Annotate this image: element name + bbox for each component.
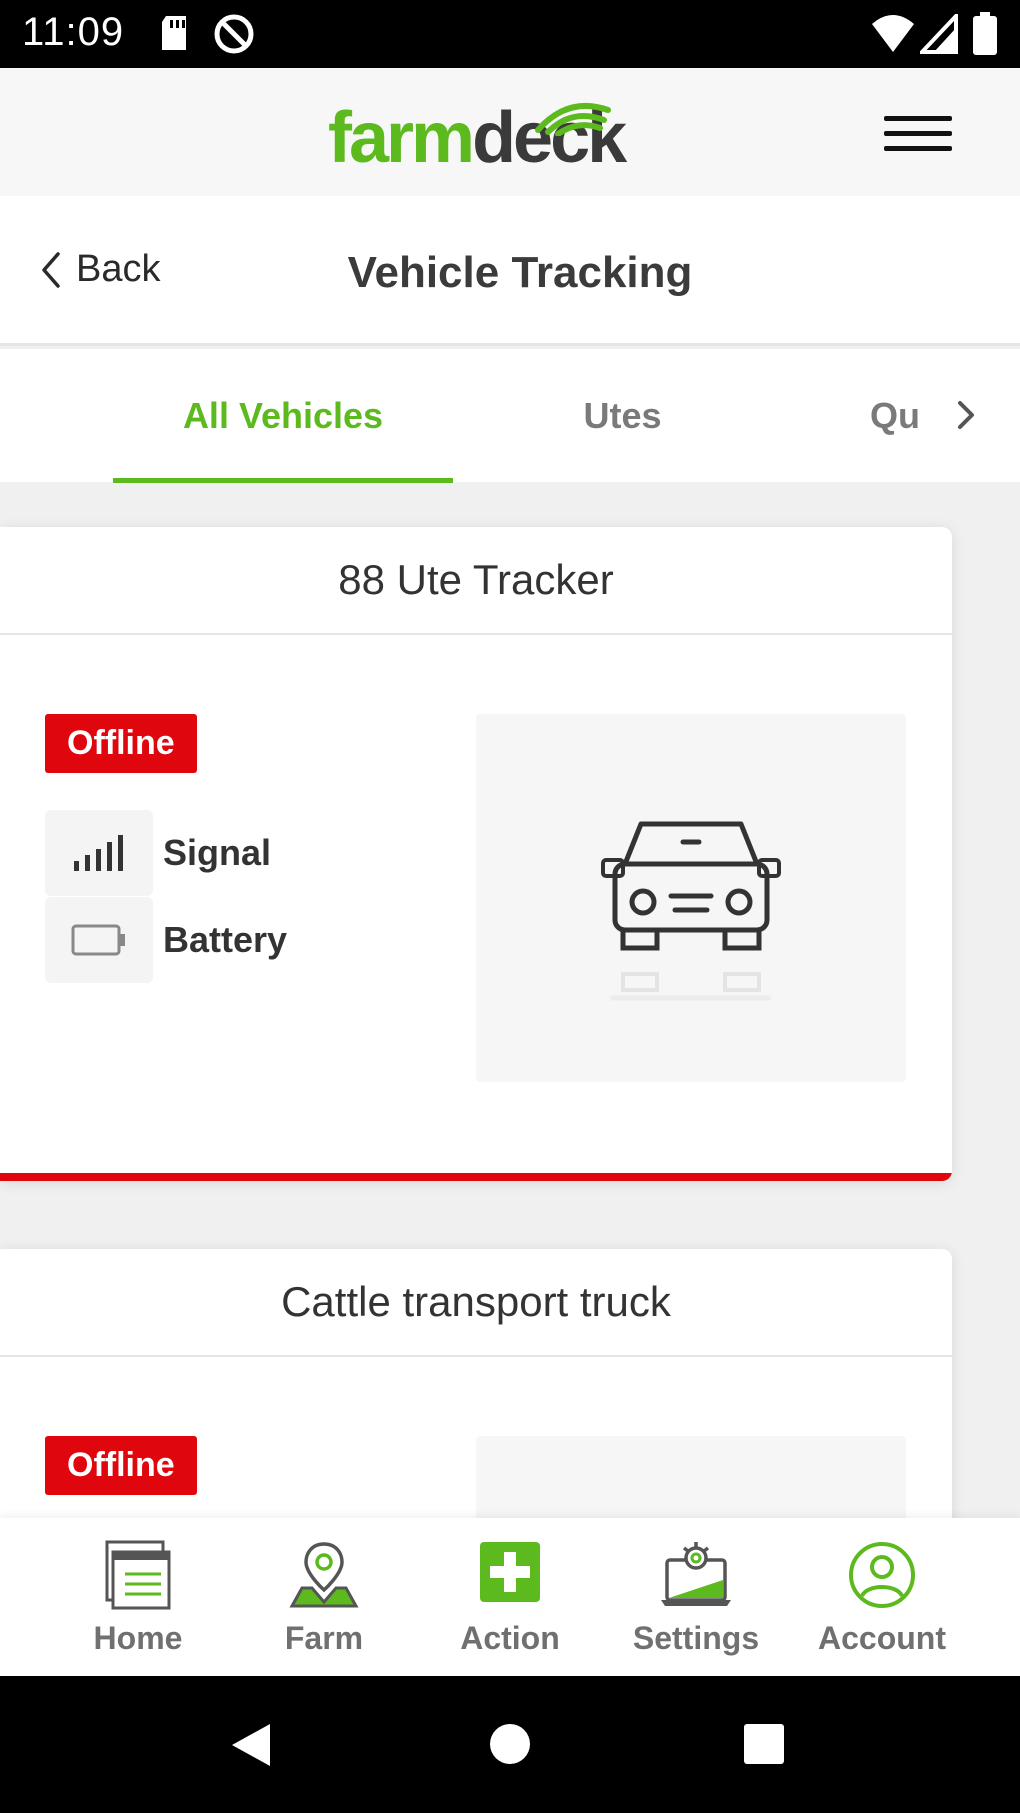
cell-signal-icon (920, 14, 958, 54)
status-time: 11:09 (22, 10, 125, 54)
logo-signal-arcs-icon (535, 102, 611, 136)
system-navigation-bar (0, 1676, 1020, 1813)
offline-status-bar (0, 1173, 952, 1181)
back-label: Back (76, 248, 161, 290)
hamburger-line (884, 131, 952, 136)
vehicle-card[interactable]: Cattle transport truck Offline (0, 1249, 952, 1518)
nav-action-label: Action (460, 1620, 560, 1656)
signal-bars-icon (74, 835, 123, 871)
menu-button[interactable] (884, 116, 954, 156)
battery-empty-icon (71, 924, 125, 956)
farmdeck-logo[interactable]: farmdeck (328, 86, 628, 176)
tab-utes[interactable]: Utes (500, 349, 745, 482)
nav-home-label: Home (93, 1620, 183, 1656)
signal-indicator: Signal (45, 810, 271, 896)
plus-icon (480, 1542, 540, 1602)
back-button[interactable]: Back (40, 248, 160, 291)
settings-laptop-icon (661, 1542, 731, 1606)
vehicle-name: Cattle transport truck (0, 1249, 952, 1357)
account-icon (849, 1542, 915, 1608)
vehicle-list: 88 Ute Tracker Offline Signal Battery Ca… (0, 482, 1020, 1518)
vehicle-image (476, 1436, 906, 1518)
status-bar: 11:09 (0, 0, 1020, 68)
battery-full-icon (973, 12, 997, 55)
wifi-icon (872, 15, 914, 52)
page-header: Vehicle Tracking Back (0, 196, 1020, 346)
status-badge: Offline (45, 1436, 197, 1495)
app-screen: 11:09 farmdeck Vehicle Tracking Back All… (0, 0, 1020, 1813)
back-triangle-icon[interactable] (226, 1720, 276, 1770)
nav-action[interactable]: Action (417, 1518, 603, 1676)
bottom-navigation: Home Farm Action Settings Account (0, 1518, 1020, 1676)
hamburger-line (884, 116, 952, 121)
nav-farm-label: Farm (284, 1620, 364, 1656)
sd-card-icon (162, 16, 186, 50)
tab-qu[interactable]: Qu (850, 349, 925, 482)
status-badge: Offline (45, 714, 197, 773)
battery-label: Battery (163, 919, 288, 960)
app-header: farmdeck (0, 68, 1020, 196)
nav-settings[interactable]: Settings (603, 1518, 789, 1676)
chevron-right-icon[interactable] (946, 393, 986, 437)
vehicle-card[interactable]: 88 Ute Tracker Offline Signal Battery (0, 527, 952, 1181)
battery-indicator: Battery (45, 897, 287, 983)
vehicle-tabs: All Vehicles Utes Qu (0, 349, 1020, 483)
vehicle-name: 88 Ute Tracker (0, 527, 952, 635)
vehicle-image (476, 714, 906, 1082)
nav-account-label: Account (818, 1620, 946, 1656)
home-circle-icon[interactable] (488, 1722, 532, 1766)
home-icon (105, 1540, 171, 1610)
signal-label: Signal (163, 832, 272, 873)
nav-account[interactable]: Account (789, 1518, 975, 1676)
car-icon (601, 821, 781, 1001)
nav-farm[interactable]: Farm (231, 1518, 417, 1676)
map-pin-icon (289, 1542, 359, 1608)
recents-square-icon[interactable] (742, 1722, 786, 1766)
nav-home[interactable]: Home (45, 1518, 231, 1676)
data-saver-icon (214, 14, 254, 54)
logo-farm-text: farm (328, 98, 475, 178)
hamburger-line (884, 146, 952, 151)
nav-settings-label: Settings (632, 1620, 760, 1656)
chevron-left-icon (42, 251, 60, 288)
tab-all-vehicles[interactable]: All Vehicles (113, 349, 453, 482)
